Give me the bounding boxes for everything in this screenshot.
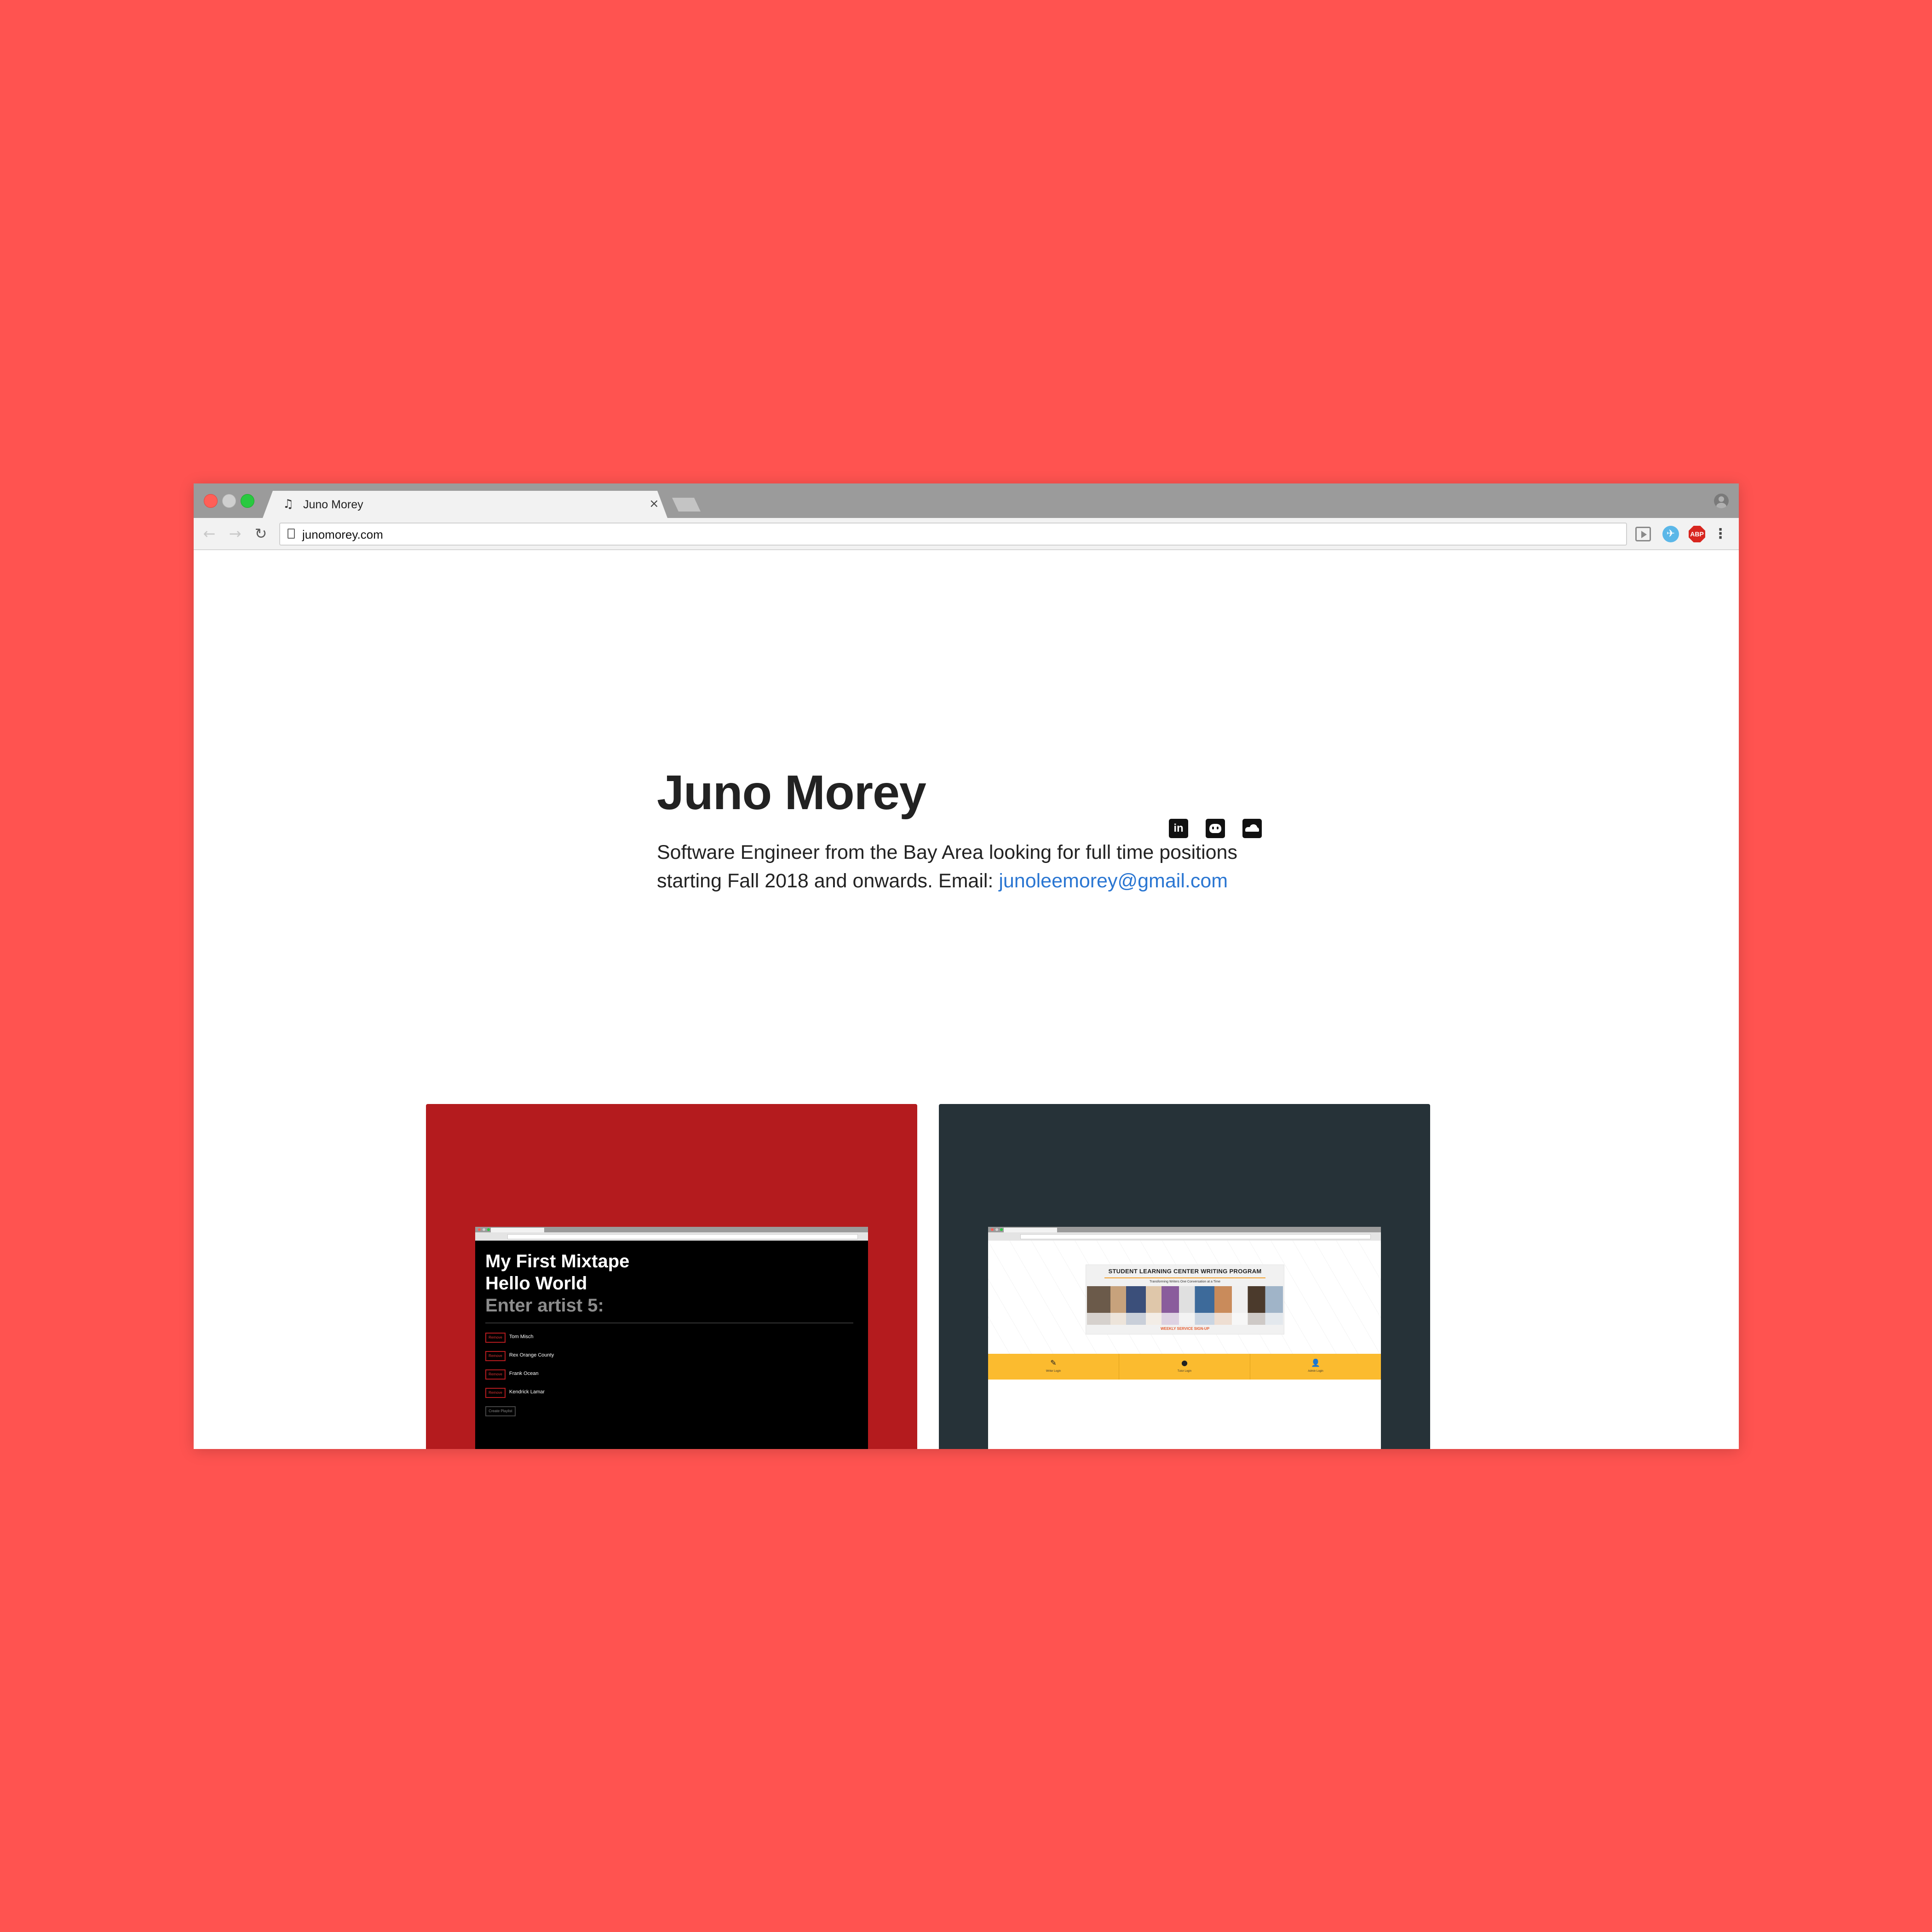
mixtape-title: My First Mixtape bbox=[485, 1251, 630, 1271]
mixtape-artist-prompt: Enter artist 5: bbox=[485, 1295, 604, 1316]
adblock-extension-icon[interactable]: ABP bbox=[1689, 526, 1705, 542]
mixtape-divider bbox=[485, 1322, 853, 1323]
photo-desk bbox=[1087, 1313, 1283, 1325]
slc-nav-tutor: ● Tutor Login bbox=[1119, 1354, 1250, 1380]
slc-nav-admin: 👤 Admin Login bbox=[1250, 1354, 1381, 1380]
slc-nav-label: Tutor Login bbox=[1177, 1370, 1192, 1373]
slc-nav-label: Admin Login bbox=[1308, 1370, 1323, 1373]
screenshot-window-dots bbox=[991, 1228, 994, 1231]
browser-toolbar: ← → ↻ junomorey.com ✈ ABP ⋮ bbox=[194, 518, 1739, 550]
slc-banner: STUDENT LEARNING CENTER WRITING PROGRAM … bbox=[1086, 1265, 1284, 1334]
students-photo bbox=[1087, 1286, 1283, 1325]
mixtape-screenshot: My First Mixtape Hello World Enter artis… bbox=[475, 1227, 868, 1449]
apple-icon: ● bbox=[1181, 1358, 1188, 1367]
mixtape-subtitle: Hello World bbox=[485, 1273, 587, 1294]
project-card-mixtape[interactable]: My First Mixtape Hello World Enter artis… bbox=[426, 1104, 917, 1449]
browser-tab[interactable]: ♫ Juno Morey × bbox=[263, 491, 667, 518]
artist-name: Frank Ocean bbox=[509, 1371, 539, 1376]
forward-button[interactable]: → bbox=[226, 524, 244, 543]
intro-text: Software Engineer from the Bay Area look… bbox=[657, 838, 1273, 895]
remove-button: Remove bbox=[485, 1388, 506, 1398]
page-title: Juno Morey bbox=[657, 765, 926, 820]
page-content: Juno Morey in Software Engineer from the… bbox=[194, 550, 1739, 1449]
browser-window: ♫ Juno Morey × ← → ↻ junomorey.com ✈ ABP… bbox=[194, 483, 1739, 1449]
profile-icon[interactable] bbox=[1714, 494, 1729, 508]
slc-screenshot: STUDENT LEARNING CENTER WRITING PROGRAM … bbox=[988, 1227, 1381, 1449]
music-note-icon: ♫ bbox=[283, 497, 294, 511]
tab-strip: ♫ Juno Morey × bbox=[194, 483, 1739, 518]
pencil-icon: ✎ bbox=[1050, 1358, 1057, 1367]
slc-banner-divider bbox=[1104, 1277, 1265, 1278]
slc-banner-subtitle: Transforming Writers One Conversation at… bbox=[1149, 1280, 1221, 1283]
address-bar[interactable]: junomorey.com bbox=[279, 523, 1627, 546]
slc-nav-label: Writer Login bbox=[1046, 1370, 1061, 1373]
page-icon bbox=[288, 529, 295, 539]
slc-nav-bar: ✎ Writer Login ● Tutor Login 👤 Admin Log… bbox=[988, 1354, 1381, 1380]
screenshot-browser-chrome bbox=[988, 1227, 1381, 1241]
email-link[interactable]: junoleemorey@gmail.com bbox=[999, 870, 1228, 892]
user-icon: 👤 bbox=[1311, 1358, 1320, 1367]
slc-nav-writer: ✎ Writer Login bbox=[988, 1354, 1119, 1380]
back-button[interactable]: ← bbox=[200, 524, 218, 543]
remove-button: Remove bbox=[485, 1333, 506, 1343]
url-text[interactable]: junomorey.com bbox=[302, 528, 383, 541]
linkedin-icon[interactable]: in bbox=[1169, 819, 1188, 838]
tab-title: Juno Morey bbox=[303, 498, 363, 511]
screenshot-window-dots bbox=[478, 1228, 481, 1231]
reload-button[interactable]: ↻ bbox=[252, 524, 270, 543]
screenshot-browser-chrome bbox=[475, 1227, 868, 1241]
slc-banner-title: STUDENT LEARNING CENTER WRITING PROGRAM bbox=[1108, 1268, 1262, 1275]
maximize-window-button[interactable] bbox=[241, 494, 254, 508]
minimize-window-button[interactable] bbox=[222, 494, 236, 508]
slc-banner-cta: WEEKLY SERVICE SIGN-UP bbox=[1160, 1327, 1210, 1331]
bird-extension-icon[interactable]: ✈ bbox=[1662, 526, 1679, 542]
tab-close-icon[interactable]: × bbox=[649, 497, 659, 511]
create-playlist-button: Create Playlist bbox=[485, 1406, 516, 1416]
screenshot-tab bbox=[1004, 1228, 1057, 1232]
cast-extension-icon[interactable] bbox=[1635, 527, 1651, 541]
github-icon[interactable] bbox=[1206, 819, 1225, 838]
artist-name: Kendrick Lamar bbox=[509, 1389, 545, 1395]
remove-button: Remove bbox=[485, 1369, 506, 1380]
soundcloud-icon[interactable] bbox=[1242, 819, 1262, 838]
browser-menu-icon[interactable]: ⋮ bbox=[1714, 526, 1727, 542]
new-tab-button[interactable] bbox=[672, 498, 701, 512]
remove-button: Remove bbox=[485, 1351, 506, 1361]
artist-name: Tom Misch bbox=[509, 1334, 534, 1340]
screenshot-tab bbox=[491, 1228, 544, 1232]
project-card-slc[interactable]: STUDENT LEARNING CENTER WRITING PROGRAM … bbox=[939, 1104, 1430, 1449]
artist-name: Rex Orange County bbox=[509, 1352, 554, 1358]
close-window-button[interactable] bbox=[204, 494, 218, 508]
